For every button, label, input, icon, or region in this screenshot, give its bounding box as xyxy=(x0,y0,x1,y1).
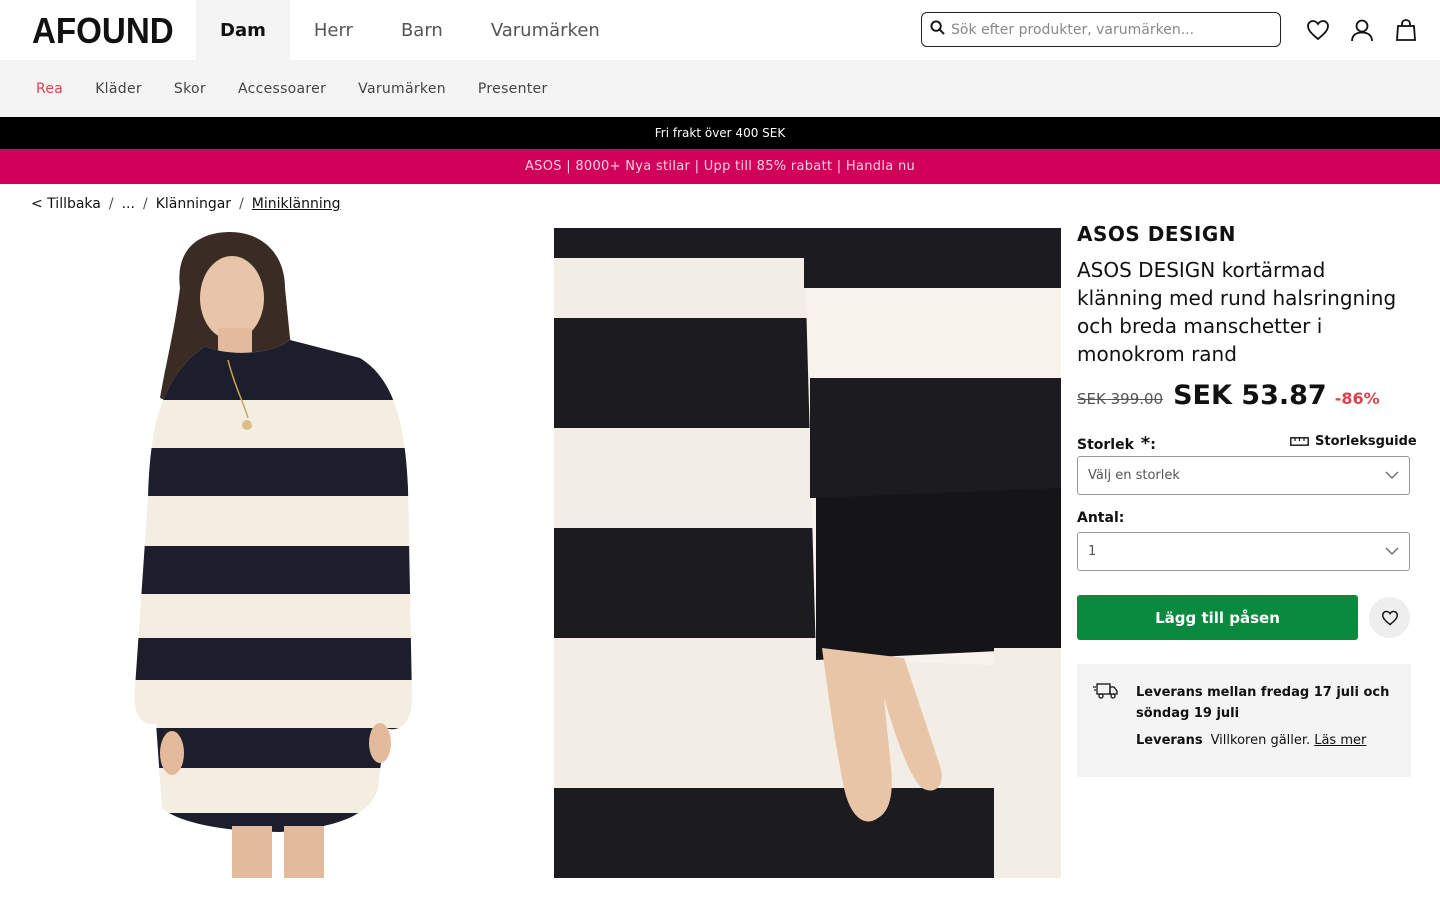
category-rea[interactable]: Rea xyxy=(36,81,63,97)
breadcrumb-separator: / xyxy=(108,196,114,212)
product-brand[interactable]: ASOS DESIGN xyxy=(1077,222,1236,246)
delivery-terms-line: Leverans Villkoren gäller. Läs mer xyxy=(1136,733,1366,748)
breadcrumb-separator: / xyxy=(239,196,244,212)
category-nav: Rea Kläder Skor Accessoarer Varumärken P… xyxy=(0,60,1440,117)
size-select[interactable]: Välj en storlek xyxy=(1077,456,1410,495)
breadcrumb-category-link[interactable]: Klänningar xyxy=(156,196,231,212)
read-more-link[interactable]: Läs mer xyxy=(1314,733,1366,748)
delivery-label: Leverans xyxy=(1136,733,1203,748)
price-row: SEK 399.00 SEK 53.87 -86% xyxy=(1077,380,1380,411)
heart-icon xyxy=(1381,610,1399,626)
search-icon xyxy=(930,20,945,39)
search-box[interactable] xyxy=(921,12,1281,47)
nav-herr[interactable]: Herr xyxy=(290,0,377,60)
discount-badge: -86% xyxy=(1334,389,1380,408)
search-input[interactable] xyxy=(951,21,1271,38)
size-label-colon: : xyxy=(1150,437,1156,453)
breadcrumb-back-link[interactable]: < Tillbaka xyxy=(31,196,101,212)
delivery-date-text: Leverans mellan fredag 17 juli och sönda… xyxy=(1136,685,1390,721)
size-guide-link[interactable]: Storleksguide xyxy=(1290,434,1417,449)
breadcrumb-ellipsis[interactable]: ... xyxy=(122,196,135,212)
nav-varumarken[interactable]: Varumärken xyxy=(467,0,624,60)
main-nav: Dam Herr Barn Varumärken xyxy=(196,0,624,60)
add-to-wishlist-button[interactable] xyxy=(1369,597,1410,638)
delivery-truck-icon xyxy=(1093,682,1119,704)
category-varumarken[interactable]: Varumärken xyxy=(358,81,446,97)
category-accessoarer[interactable]: Accessoarer xyxy=(238,81,326,97)
category-skor[interactable]: Skor xyxy=(174,81,206,97)
breadcrumb-current-link[interactable]: Miniklänning xyxy=(252,196,341,212)
product-image-model[interactable] xyxy=(0,228,546,878)
delivery-info-box: Leverans mellan fredag 17 juli och sönda… xyxy=(1077,664,1411,777)
size-guide-label: Storleksguide xyxy=(1315,434,1417,449)
chevron-down-icon xyxy=(1385,544,1399,559)
delivery-terms-text: Villkoren gäller. xyxy=(1210,733,1311,748)
afound-logo[interactable]: AFOUND xyxy=(32,10,174,52)
category-presenter[interactable]: Presenter xyxy=(478,81,548,97)
quantity-select[interactable]: 1 xyxy=(1077,532,1410,571)
sale-price: SEK 53.87 xyxy=(1173,380,1327,411)
size-label: Storlek *: xyxy=(1077,433,1156,454)
breadcrumb: < Tillbaka / ... / Klänningar / Miniklän… xyxy=(31,196,341,212)
quantity-value: 1 xyxy=(1088,544,1097,559)
ruler-icon xyxy=(1290,437,1309,446)
header-icons xyxy=(1290,14,1422,46)
add-to-bag-button[interactable]: Lägg till påsen xyxy=(1077,595,1358,640)
category-klader[interactable]: Kläder xyxy=(95,81,142,97)
account-user-icon[interactable] xyxy=(1346,14,1378,46)
free-shipping-banner: Fri frakt över 400 SEK xyxy=(0,117,1440,149)
product-title: ASOS DESIGN kortärmad klänning med rund … xyxy=(1077,258,1397,366)
nav-barn[interactable]: Barn xyxy=(377,0,467,60)
size-select-value: Välj en storlek xyxy=(1088,468,1180,483)
nav-dam[interactable]: Dam xyxy=(196,0,290,60)
top-header: AFOUND Dam Herr Barn Varumärken xyxy=(0,0,1440,60)
wishlist-heart-icon[interactable] xyxy=(1302,14,1334,46)
shopping-bag-icon[interactable] xyxy=(1390,14,1422,46)
chevron-down-icon xyxy=(1385,468,1399,483)
required-asterisk: * xyxy=(1140,433,1151,454)
quantity-label: Antal: xyxy=(1077,510,1125,526)
product-image-closeup[interactable] xyxy=(554,228,1061,878)
size-label-text: Storlek xyxy=(1077,437,1134,453)
original-price: SEK 399.00 xyxy=(1077,390,1164,408)
asos-promo-banner[interactable]: ASOS | 8000+ Nya stilar | Upp till 85% r… xyxy=(0,149,1440,184)
breadcrumb-separator: / xyxy=(142,196,148,212)
